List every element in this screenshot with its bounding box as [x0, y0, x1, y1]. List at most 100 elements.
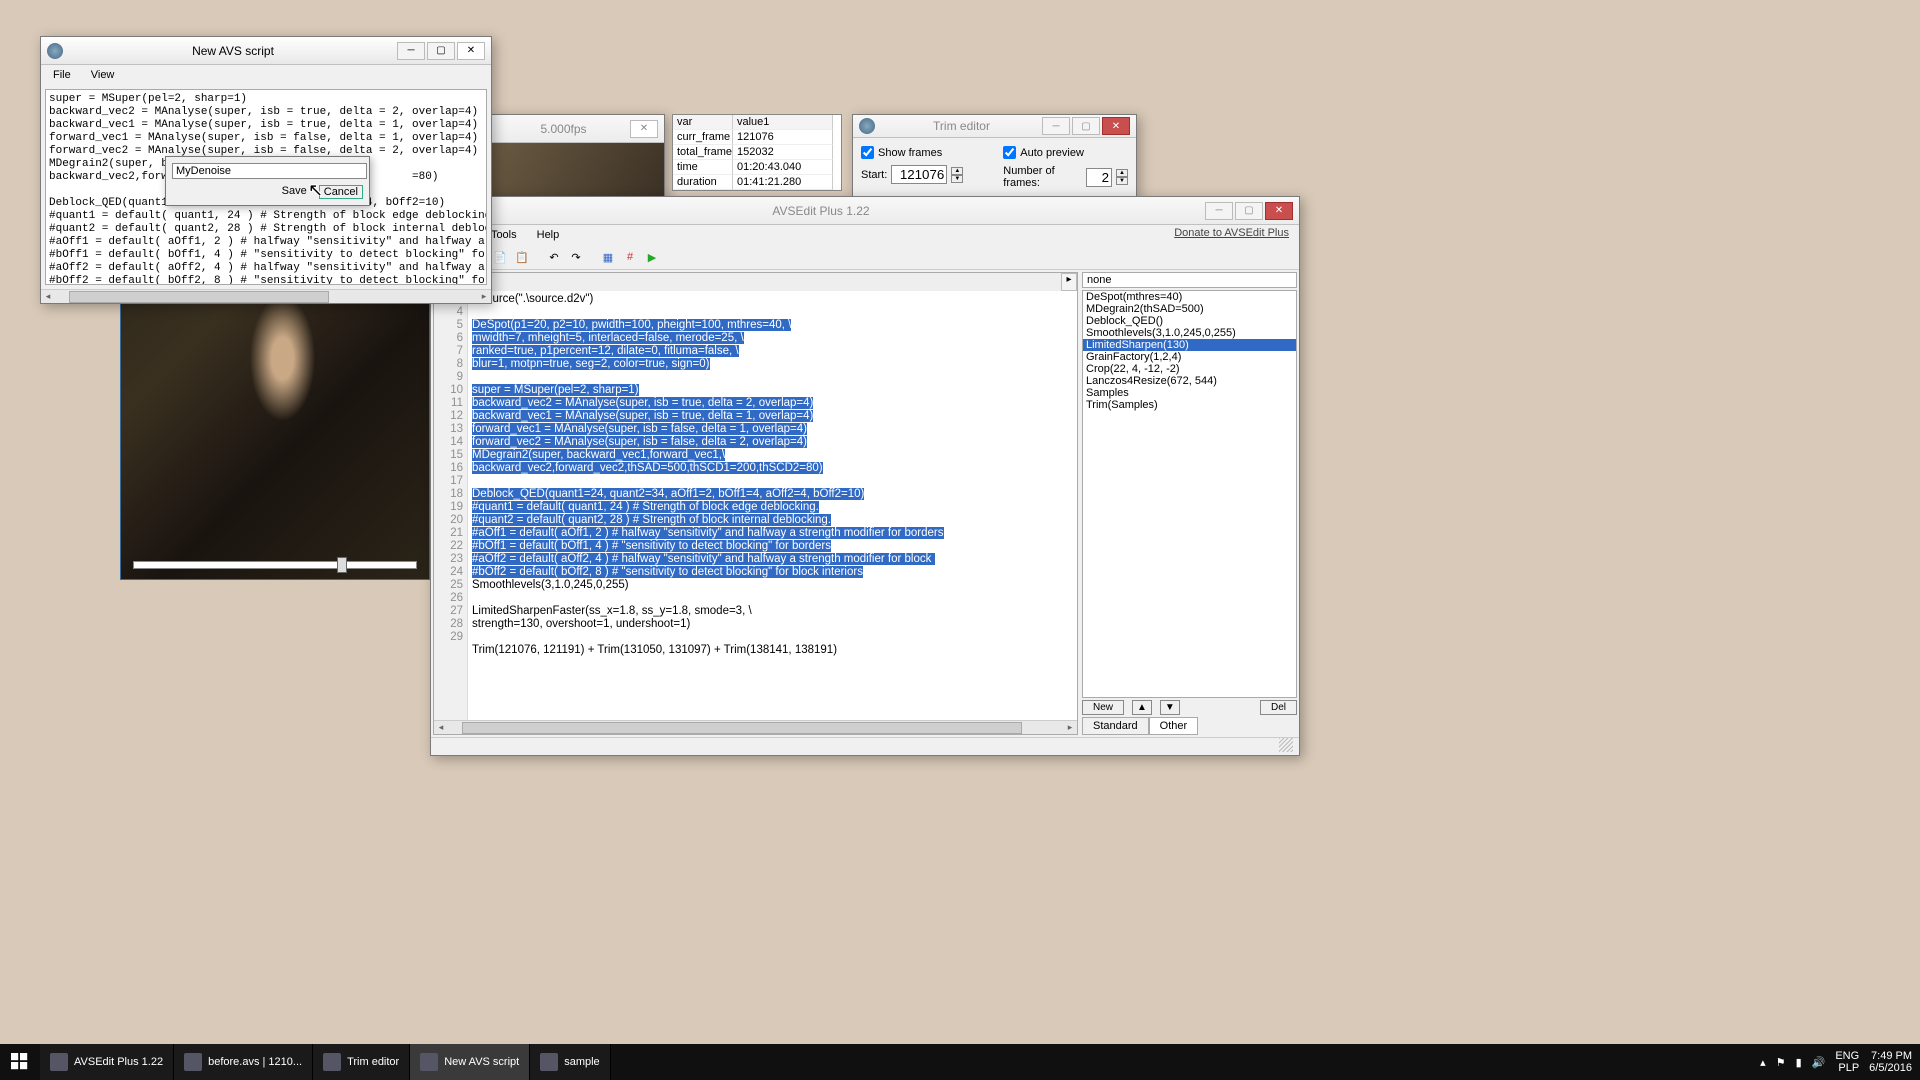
newavs-hscroll[interactable]: ◂▸ — [41, 289, 491, 303]
nframes-label: Number of frames: — [1003, 165, 1082, 189]
start-button[interactable] — [0, 1044, 40, 1080]
info-v3: 01:41:21.280 — [733, 175, 833, 190]
dialog-save-button[interactable]: Save — [282, 185, 307, 199]
side-tab-other[interactable]: Other — [1149, 717, 1199, 735]
info-k2: time — [673, 160, 733, 175]
trim-min[interactable]: ─ — [1042, 117, 1070, 135]
app-icon — [184, 1053, 202, 1071]
donate-link[interactable]: Donate to AVSEdit Plus — [1174, 227, 1289, 239]
nframes-spin-down[interactable]: ▼ — [1116, 177, 1128, 185]
app-icon — [420, 1053, 438, 1071]
side-list-item[interactable]: Crop(22, 4, -12, -2) — [1083, 363, 1296, 375]
side-del-button[interactable]: Del — [1260, 700, 1297, 715]
side-tab-standard[interactable]: Standard — [1082, 717, 1149, 735]
start-spin-up[interactable]: ▲ — [951, 167, 963, 175]
info-k0: curr_frame — [673, 130, 733, 145]
avsedit-close[interactable]: ✕ — [1265, 202, 1293, 220]
side-list-item[interactable]: MDegrain2(thSAD=500) — [1083, 303, 1296, 315]
info-v0: 121076 — [733, 130, 833, 145]
tray-lang[interactable]: ENG PLP — [1835, 1050, 1859, 1074]
info-v1: 152032 — [733, 145, 833, 160]
start-spin-down[interactable]: ▼ — [951, 175, 963, 183]
nframes-input[interactable] — [1086, 168, 1112, 187]
side-new-button[interactable]: New — [1082, 700, 1124, 715]
frame-slider-thumb[interactable] — [337, 557, 347, 573]
trim-editor-window: Trim editor ─ ▢ ✕ Show frames Start: ▲▼ … — [852, 114, 1137, 198]
line-gutter: 3456789101112131415161718192021222324252… — [434, 291, 468, 720]
tb-grid-icon[interactable]: ▦ — [599, 248, 617, 266]
show-frames-checkbox[interactable]: Show frames — [861, 146, 963, 159]
side-head[interactable]: none — [1082, 272, 1297, 288]
side-list-item[interactable]: Lanczos4Resize(672, 544) — [1083, 375, 1296, 387]
info-k1: total_frame — [673, 145, 733, 160]
taskbar-item[interactable]: New AVS script — [410, 1044, 530, 1080]
avsedit-menubar: Video Tools Help — [431, 225, 1299, 245]
tray-net-icon[interactable]: ▮ — [1796, 1056, 1802, 1069]
resize-grip[interactable] — [1279, 738, 1293, 752]
app-icon — [50, 1053, 68, 1071]
side-pane: none DeSpot(mthres=40)MDegrain2(thSAD=50… — [1082, 272, 1297, 735]
avsedit-min[interactable]: ─ — [1205, 202, 1233, 220]
taskbar-item[interactable]: before.avs | 1210... — [174, 1044, 313, 1080]
side-down-button[interactable]: ▼ — [1160, 700, 1180, 715]
newavs-icon — [47, 43, 63, 59]
tray-up-icon[interactable]: ▴ — [1760, 1056, 1766, 1069]
avsedit-window: AVSEdit Plus 1.22 ─ ▢ ✕ Video Tools Help… — [430, 196, 1300, 756]
app-icon — [323, 1053, 341, 1071]
tray-clock[interactable]: 7:49 PM 6/5/2016 — [1869, 1050, 1912, 1074]
tb-redo-icon[interactable]: ↷ — [567, 248, 585, 266]
menu-help[interactable]: Help — [531, 227, 566, 243]
side-list-item[interactable]: Smoothlevels(3,1.0,245,0,255) — [1083, 327, 1296, 339]
side-list-item[interactable]: LimitedSharpen(130) — [1083, 339, 1296, 351]
save-name-dialog: Save Cancel — [165, 156, 370, 206]
info-table: var value1 curr_frame121076 total_frame1… — [672, 114, 842, 191]
trim-close[interactable]: ✕ — [1102, 117, 1130, 135]
taskbar: AVSEdit Plus 1.22before.avs | 1210...Tri… — [0, 1044, 1920, 1080]
editor-hscroll[interactable]: ◂▸ — [434, 720, 1077, 734]
newavs-max[interactable]: ▢ — [427, 42, 455, 60]
newavs-close[interactable]: ✕ — [457, 42, 485, 60]
nframes-spin-up[interactable]: ▲ — [1116, 169, 1128, 177]
tb-undo-icon[interactable]: ↶ — [545, 248, 563, 266]
trim-title: Trim editor — [881, 119, 1042, 133]
frame-slider-track[interactable] — [133, 561, 417, 569]
side-list-item[interactable]: Deblock_QED() — [1083, 315, 1296, 327]
trim-icon — [859, 118, 875, 134]
taskbar-item[interactable]: AVSEdit Plus 1.22 — [40, 1044, 174, 1080]
tb-paste-icon[interactable]: 📋 — [513, 248, 531, 266]
taskbar-item[interactable]: Trim editor — [313, 1044, 410, 1080]
system-tray[interactable]: ▴ ⚑ ▮ 🔊 ENG PLP 7:49 PM 6/5/2016 — [1752, 1050, 1920, 1074]
side-list-item[interactable]: Samples — [1083, 387, 1296, 399]
tb-copy-icon[interactable]: 📄 — [491, 248, 509, 266]
save-name-input[interactable] — [172, 163, 367, 179]
side-list-item[interactable]: DeSpot(mthres=40) — [1083, 291, 1296, 303]
tray-flag-icon[interactable]: ⚑ — [1776, 1056, 1786, 1069]
info-hdr-val: value1 — [733, 115, 833, 130]
side-list-item[interactable]: Trim(Samples) — [1083, 399, 1296, 411]
tray-vol-icon[interactable]: 🔊 — [1812, 1056, 1826, 1069]
tb-hash-icon[interactable]: # — [621, 248, 639, 266]
newavs-min[interactable]: ─ — [397, 42, 425, 60]
code-editor[interactable]: 2Source(".\source.d2v") DeSpot(p1=20, p2… — [468, 291, 1077, 720]
side-list-item[interactable]: GrainFactory(1,2,4) — [1083, 351, 1296, 363]
taskbar-item[interactable]: sample — [530, 1044, 610, 1080]
avsedit-title: AVSEdit Plus 1.22 — [437, 204, 1205, 218]
info-hdr-var: var — [673, 115, 733, 130]
dialog-cancel-button[interactable]: Cancel — [319, 185, 363, 199]
newavs-menu-file[interactable]: File — [47, 67, 77, 83]
start-label: Start: — [861, 169, 887, 181]
newavs-title: New AVS script — [69, 44, 397, 58]
app-icon — [540, 1053, 558, 1071]
auto-preview-checkbox[interactable]: Auto preview — [1003, 146, 1128, 159]
newavs-menu-view[interactable]: View — [85, 67, 121, 83]
editor-pane: *new2 ▸ 34567891011121314151617181920212… — [433, 272, 1078, 735]
start-input[interactable] — [891, 165, 947, 184]
fps-close[interactable]: ✕ — [630, 120, 658, 138]
trim-max[interactable]: ▢ — [1072, 117, 1100, 135]
side-list[interactable]: DeSpot(mthres=40)MDegrain2(thSAD=500)Deb… — [1082, 290, 1297, 698]
avsedit-max[interactable]: ▢ — [1235, 202, 1263, 220]
side-up-button[interactable]: ▲ — [1132, 700, 1152, 715]
tab-scroll[interactable]: ▸ — [1061, 273, 1077, 291]
info-k3: duration — [673, 175, 733, 190]
tb-play-icon[interactable]: ▶ — [643, 248, 661, 266]
